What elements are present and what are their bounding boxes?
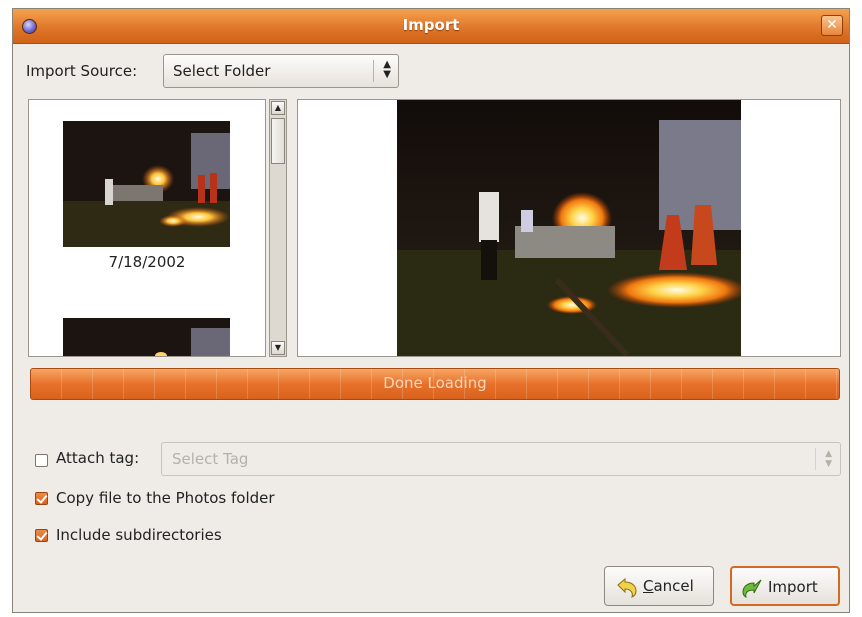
copy-file-label[interactable]: Copy file to the Photos folder <box>56 489 275 507</box>
close-icon[interactable]: ✕ <box>821 15 843 36</box>
combo-separator <box>815 448 816 470</box>
import-dialog: Import ✕ Import Source: Select Folder ▲ ▼ <box>12 8 850 613</box>
cancel-label: Cancel <box>643 577 694 595</box>
import-source-value: Select Folder <box>173 62 271 80</box>
thumbnail-scrollbar[interactable]: ▲ ▼ <box>269 99 287 357</box>
copy-file-checkbox[interactable] <box>35 492 48 505</box>
window-title: Import <box>402 16 460 34</box>
thumbnail-list[interactable]: 7/18/2002 <box>28 99 266 357</box>
import-source-label: Import Source: <box>26 62 138 80</box>
undo-arrow-icon <box>617 577 637 598</box>
loading-progress-bar: Done Loading <box>30 368 840 400</box>
thumbnail-date: 7/18/2002 <box>108 253 186 271</box>
scroll-down-icon[interactable]: ▼ <box>271 341 285 355</box>
scroll-up-icon[interactable]: ▲ <box>271 101 285 115</box>
import-label: Import <box>768 578 818 596</box>
combo-separator <box>373 60 374 82</box>
tag-select-placeholder: Select Tag <box>172 450 249 468</box>
title-bar[interactable]: Import ✕ <box>13 9 849 44</box>
attach-tag-label: Attach tag: <box>56 449 140 467</box>
import-button[interactable]: Import <box>730 566 840 606</box>
scrollbar-thumb[interactable] <box>271 118 285 164</box>
thumbnail-photo-2[interactable] <box>63 318 230 357</box>
tag-select-combo: Select Tag ▲ ▼ <box>161 442 841 476</box>
preview-photo <box>397 100 741 356</box>
include-subdirs-checkbox[interactable] <box>35 529 48 542</box>
attach-tag-checkbox[interactable] <box>35 454 48 467</box>
thumbnail-photo[interactable] <box>63 121 230 247</box>
photo-preview-pane <box>297 99 841 357</box>
updown-arrows-icon: ▲ ▼ <box>383 59 391 80</box>
updown-arrows-icon: ▲ ▼ <box>825 449 832 469</box>
import-arrow-icon <box>742 579 762 598</box>
import-source-combo[interactable]: Select Folder ▲ ▼ <box>163 54 399 88</box>
progress-text: Done Loading <box>383 374 487 392</box>
cancel-button[interactable]: Cancel <box>604 566 714 606</box>
include-subdirs-label[interactable]: Include subdirectories <box>56 526 222 544</box>
